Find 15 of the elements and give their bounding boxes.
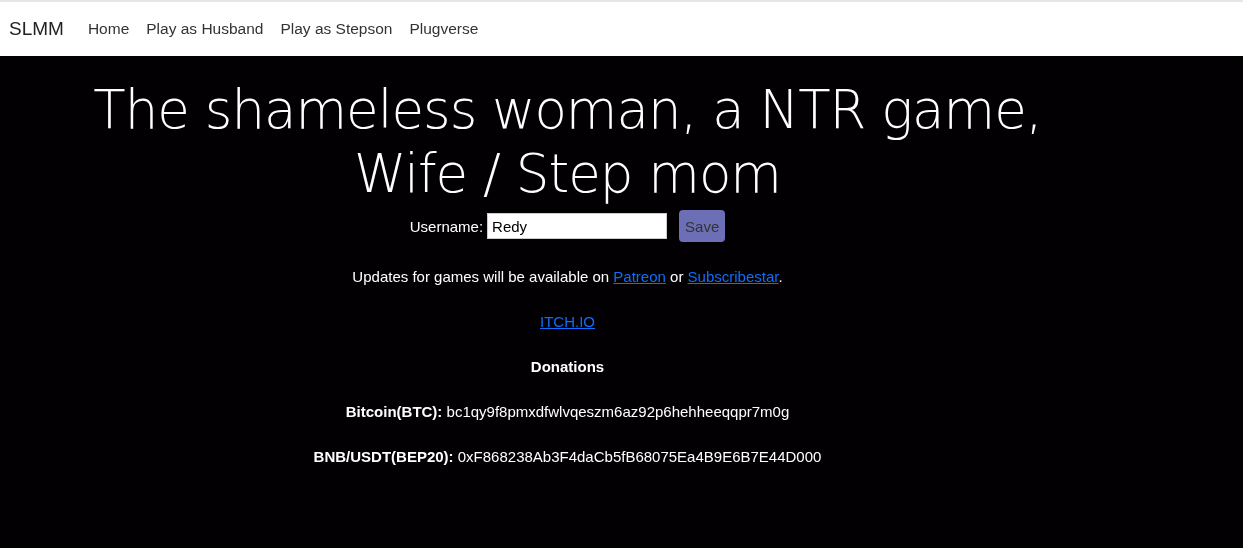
nav-link[interactable]: Plugverse bbox=[409, 20, 479, 38]
updates-text: Updates for games will be available on Patreon or Subscribestar. bbox=[351, 267, 784, 287]
link[interactable]: Patreon bbox=[613, 268, 666, 285]
itch-link[interactable]: ITCH.IO bbox=[540, 313, 595, 330]
username-field[interactable]: Redy bbox=[487, 213, 668, 239]
wallet-address: Bitcoin(BTC): bc1qy9f8pmxdfwlvqeszm6az92p6hehheeqqpr7m0g bbox=[344, 402, 791, 422]
nav-link[interactable]: Play as Husband bbox=[146, 20, 264, 38]
page-title: The shameless woman, a NTR game, Wife / Step mom bbox=[92, 78, 1043, 206]
nav-link[interactable]: Home bbox=[87, 20, 130, 38]
username-label: Username: bbox=[409, 217, 484, 235]
site-brand[interactable]: SLMM bbox=[9, 18, 64, 40]
link[interactable]: Subscribestar bbox=[687, 268, 779, 285]
donations-heading: Donations bbox=[529, 357, 606, 377]
wallet-address: BNB/USDT(BEP20): 0xF868238Ab3F4daCb5fB68075Ea4B9E6B7E44D000 bbox=[312, 447, 823, 467]
nav-link[interactable]: Play as Stepson bbox=[280, 20, 393, 38]
